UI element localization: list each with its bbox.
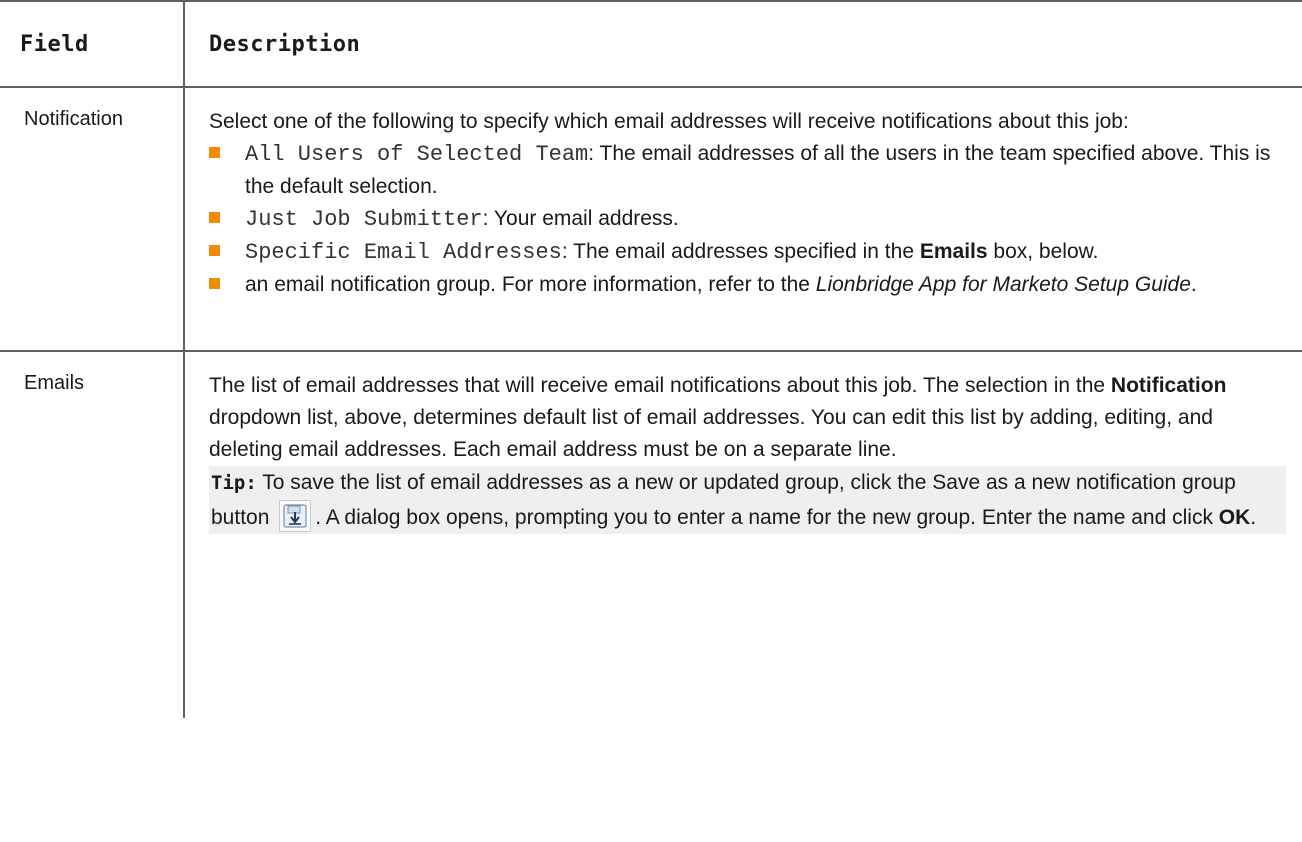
emails-text-after: dropdown list, above, determines default… [209, 406, 1213, 461]
group-option-text-before: an email notification group. For more in… [245, 273, 816, 296]
tip-text-after: . [1250, 506, 1257, 529]
bullet-square-icon [209, 212, 220, 223]
table-row-notification: Notification Select one of the following… [0, 86, 1302, 352]
option-code-specific-email-addresses: Specific Email Addresses [245, 240, 562, 265]
option-text-just-job-submitter: : Your email address. [482, 207, 679, 230]
list-item-notification-group: an email notification group. For more in… [209, 269, 1286, 301]
notification-options-list: All Users of Selected Team : The email ad… [209, 138, 1286, 301]
field-name-emails: Emails [0, 350, 185, 718]
bullet-square-icon [209, 245, 220, 256]
description-column-header: Description [184, 0, 1302, 88]
save-notification-group-icon [279, 500, 312, 532]
bullet-square-icon [209, 278, 220, 289]
setup-guide-reference: Lionbridge App for Marketo Setup Guide [815, 273, 1191, 296]
table-row-emails: Emails The list of email addresses that … [0, 350, 1302, 718]
tip-label: Tip: [211, 472, 257, 494]
list-item-all-users: All Users of Selected Team: The email ad… [209, 138, 1286, 203]
notification-field-reference: Notification [1110, 374, 1227, 397]
description-notification: Select one of the following to specify w… [184, 86, 1302, 352]
table-header-row: Field Description [0, 0, 1302, 88]
option-text-specific-after: box, below. [987, 240, 1099, 263]
tip-text-middle: . A dialog box opens, prompting you to e… [315, 506, 1219, 529]
emails-description: The list of email addresses that will re… [209, 370, 1286, 466]
emails-field-reference: Emails [919, 240, 988, 263]
field-name-notification: Notification [0, 86, 185, 352]
group-option-text-after: . [1190, 273, 1197, 296]
notification-intro: Select one of the following to specify w… [209, 110, 1129, 133]
description-emails: The list of email addresses that will re… [184, 350, 1302, 718]
list-item-just-job-submitter: Just Job Submitter: Your email address. [209, 203, 1286, 236]
bullet-square-icon [209, 147, 220, 158]
field-column-header: Field [0, 0, 185, 88]
option-code-just-job-submitter: Just Job Submitter [245, 207, 483, 232]
option-text-specific-before: : The email addresses specified in the [561, 240, 920, 263]
option-code-all-users: All Users of Selected Team [245, 142, 589, 167]
emails-text-before: The list of email addresses that will re… [209, 374, 1111, 397]
list-item-specific-email-addresses: Specific Email Addresses: The email addr… [209, 236, 1286, 269]
field-description-table: Field Description Notification Select on… [0, 0, 1302, 718]
tip-box: Tip: To save the list of email addresses… [209, 466, 1286, 534]
ok-button-reference: OK [1218, 506, 1251, 529]
